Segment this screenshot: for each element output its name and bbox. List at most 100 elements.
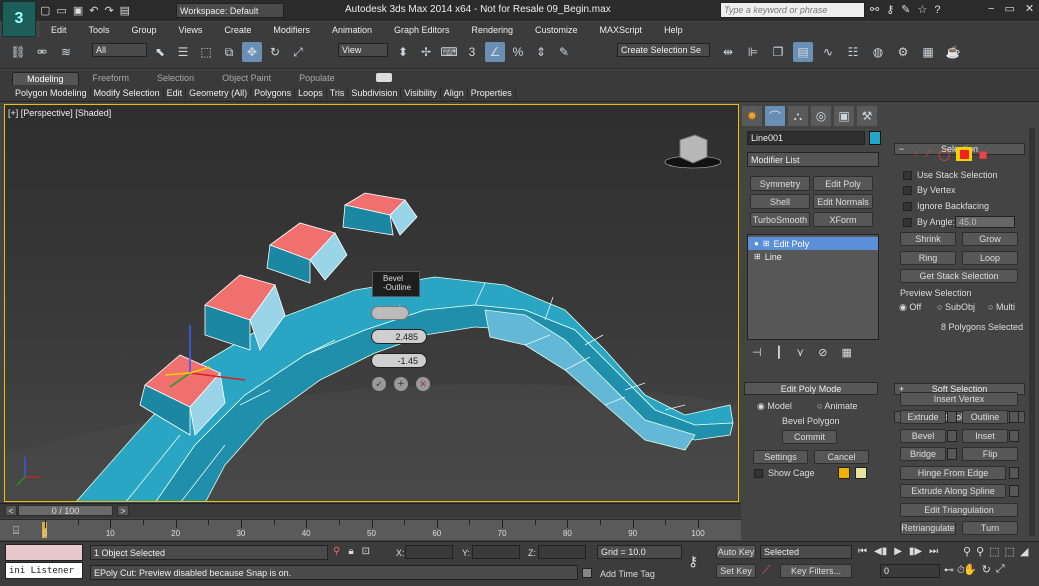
ribbon-panel-properties[interactable]: Properties (468, 87, 516, 99)
menu-help[interactable]: Help (653, 25, 694, 35)
menu-maxscript[interactable]: MAXScript (589, 25, 654, 35)
edit-poly-mode-header[interactable]: Edit Poly Mode (744, 382, 878, 395)
configure-sets-icon[interactable]: ▦ (842, 346, 852, 359)
bevel-button[interactable]: Bevel (900, 429, 946, 443)
caddy-outline-spinner[interactable]: -1.45 (371, 353, 427, 368)
object-name-field[interactable]: Line001 (747, 131, 865, 145)
lightbulb-icon[interactable]: ● (754, 239, 759, 248)
search-input[interactable]: Type a keyword or phrase (720, 2, 865, 18)
modify-tab-icon[interactable]: ⌒ (765, 106, 785, 126)
show-cage-checkbox[interactable]: Show Cage (754, 468, 815, 479)
hinge-settings-icon[interactable] (1009, 467, 1019, 479)
edit-named-sel-icon[interactable]: ✎ (554, 42, 574, 62)
create-tab-icon[interactable]: ✸ (742, 106, 762, 126)
set-key-icon[interactable]: ⚷ (688, 553, 698, 570)
named-selection-dropdown[interactable]: Create Selection Se (617, 43, 710, 57)
rendered-frame-icon[interactable]: ▦ (918, 42, 938, 62)
preview-subobj-radio[interactable]: ○ SubObj (937, 302, 975, 312)
save-icon[interactable]: ▣ (73, 4, 83, 17)
time-slider-prev[interactable]: < (5, 505, 17, 516)
shell-button[interactable]: Shell (750, 194, 810, 209)
menu-customize[interactable]: Customize (524, 25, 589, 35)
render-setup-icon[interactable]: ⚙ (893, 42, 913, 62)
retriangulate-button[interactable]: Retriangulate (900, 521, 956, 535)
cage-color-2[interactable] (855, 467, 867, 479)
key-mode-dropdown[interactable]: Selected (760, 545, 852, 559)
ribbon-panel-geometry-all-[interactable]: Geometry (All) (186, 87, 252, 99)
edit-normals-button[interactable]: Edit Normals (813, 194, 873, 209)
key-mode-toggle-icon[interactable]: ⊷ (944, 565, 954, 576)
menu-rendering[interactable]: Rendering (461, 25, 525, 35)
by-angle-checkbox[interactable]: By Angle: (903, 217, 955, 228)
ribbon-panel-edit[interactable]: Edit (164, 87, 187, 99)
maxscript-listener-field[interactable]: ini Listener (5, 562, 83, 579)
app-logo-icon[interactable]: 3 (2, 1, 36, 37)
ring-button[interactable]: Ring (900, 251, 956, 265)
inset-button[interactable]: Inset (962, 429, 1008, 443)
play-icon[interactable]: ▶ (894, 546, 902, 557)
element-icon[interactable]: ◼ (978, 148, 987, 161)
select-object-icon[interactable]: ⬉ (150, 42, 170, 62)
snap-3d-icon[interactable]: 3 (462, 42, 482, 62)
get-stack-selection-button[interactable]: Get Stack Selection (900, 269, 1018, 283)
ribbon-panel-toggle-icon[interactable] (376, 73, 392, 82)
add-time-tag-icon[interactable] (582, 568, 592, 578)
zoom-extents-icon[interactable]: ⬚ (989, 545, 999, 558)
ribbon-panel-loops[interactable]: Loops (295, 87, 327, 99)
stack-item-edit-poly[interactable]: ● ⊞ Edit Poly (748, 237, 878, 250)
mini-curve-editor-icon[interactable]: ⌸ (6, 521, 26, 541)
ribbon-panel-subdivision[interactable]: Subdivision (348, 87, 402, 99)
insert-vertex-button[interactable]: Insert Vertex (900, 392, 1018, 406)
select-by-name-icon[interactable]: ☰ (173, 42, 193, 62)
pan-icon[interactable]: ✋ (963, 563, 977, 576)
stack-expand-icon[interactable]: ⊞ (763, 239, 770, 248)
tools-icon[interactable]: ✎ (901, 3, 910, 16)
open-file-icon[interactable]: ▭ (56, 4, 66, 17)
ribbon-panel-polygon-modeling[interactable]: Polygon Modeling (12, 87, 91, 99)
stack-expand-icon[interactable]: ⊞ (754, 252, 761, 261)
star-icon[interactable]: ☆ (918, 3, 928, 16)
restore-icon[interactable]: ▭ (1004, 2, 1014, 15)
render-production-icon[interactable]: ☕ (943, 42, 963, 62)
hold-icon[interactable]: ▤ (120, 4, 130, 17)
model-radio[interactable]: ◉ Model (757, 401, 792, 412)
loop-button[interactable]: Loop (962, 251, 1018, 265)
ribbon-tab-populate[interactable]: Populate (285, 72, 349, 84)
add-time-tag[interactable]: Add Time Tag (600, 569, 655, 579)
menu-modifiers[interactable]: Modifiers (262, 25, 321, 35)
command-panel-scrollbar[interactable] (1029, 128, 1035, 536)
bridge-button[interactable]: Bridge (900, 447, 946, 461)
polygon-icon[interactable] (956, 147, 973, 161)
ribbon-toggle-icon[interactable]: ▤ (793, 42, 813, 62)
material-editor-icon[interactable]: ◍ (868, 42, 888, 62)
ref-coord-dropdown[interactable]: View (338, 43, 388, 57)
settings-button[interactable]: Settings (753, 450, 808, 464)
commit-button[interactable]: Commit (782, 430, 837, 444)
rect-selection-icon[interactable]: ⬚ (196, 42, 216, 62)
layer-manager-icon[interactable]: ❐ (768, 42, 788, 62)
menu-views[interactable]: Views (168, 25, 214, 35)
bind-spacewarp-icon[interactable]: ≋ (56, 42, 76, 62)
key-icon[interactable]: ⚷ (886, 3, 894, 16)
ribbon-tab-object-paint[interactable]: Object Paint (208, 72, 285, 84)
bridge-settings-icon[interactable] (947, 448, 957, 460)
ribbon-tab-selection[interactable]: Selection (143, 72, 208, 84)
redo-icon[interactable]: ↷ (104, 4, 113, 17)
menu-animation[interactable]: Animation (321, 25, 383, 35)
percent-snap-icon[interactable]: % (508, 42, 528, 62)
vertex-icon[interactable]: ⁖ (912, 148, 918, 161)
caddy-apply-icon[interactable]: + (394, 377, 408, 391)
schematic-view-icon[interactable]: ☷ (843, 42, 863, 62)
flip-button[interactable]: Flip (962, 447, 1018, 461)
maximize-viewport-icon[interactable]: ⤢ (996, 563, 1005, 576)
select-scale-icon[interactable]: ⤢ (288, 42, 308, 62)
make-unique-icon[interactable]: ⋎ (796, 346, 804, 359)
menu-create[interactable]: Create (213, 25, 262, 35)
edit-poly-button[interactable]: Edit Poly (813, 176, 873, 191)
orbit-icon[interactable]: ↻ (982, 563, 991, 576)
x-coord-field[interactable] (405, 545, 453, 559)
ribbon-panel-visibility[interactable]: Visibility (401, 87, 441, 99)
close-icon[interactable]: ✕ (1025, 2, 1034, 15)
current-frame-field[interactable]: 0 (880, 564, 940, 578)
time-slider[interactable]: 0 / 100 (18, 505, 113, 516)
